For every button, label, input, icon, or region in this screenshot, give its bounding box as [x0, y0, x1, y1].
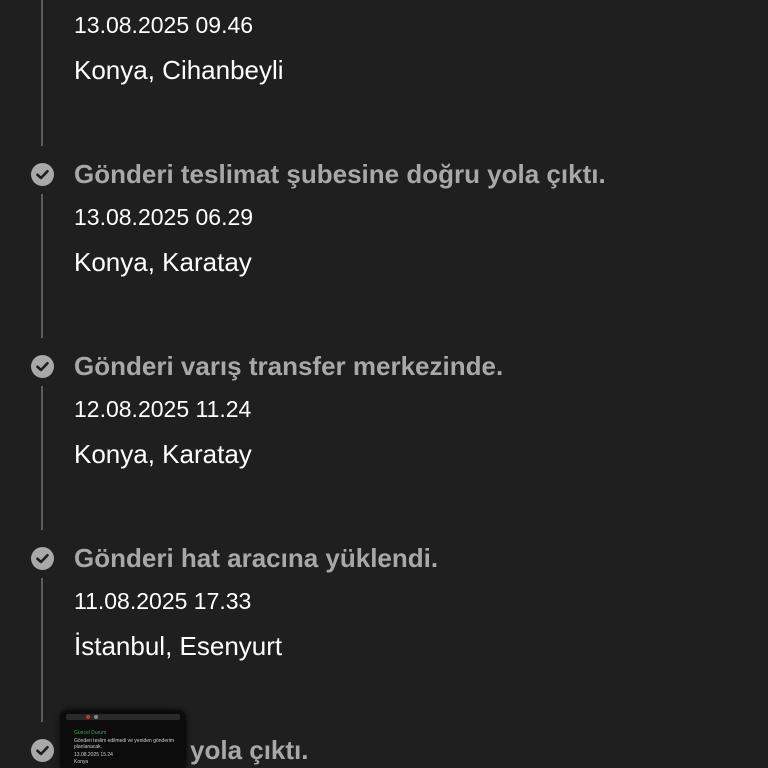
check-circle-icon: [31, 739, 54, 762]
thumbnail-indicator-dot: [94, 715, 98, 719]
event-status: Gönderi varış transfer merkezinde.: [74, 351, 504, 381]
event-location: Konya, Karatay: [74, 439, 252, 469]
shipment-timeline: 13.08.2025 09.46 Konya, Cihanbeyli Gönde…: [0, 0, 768, 768]
event-status: yola çıktı.: [190, 735, 309, 765]
thumbnail-heading: Güncel Durum: [74, 730, 107, 736]
event-location: Konya, Cihanbeyli: [74, 55, 284, 85]
event-datetime: 13.08.2025 06.29: [74, 204, 254, 230]
event-location: İstanbul, Esenyurt: [74, 631, 283, 661]
check-circle-icon: [31, 163, 54, 186]
thumbnail-indicator-dot: [86, 715, 90, 719]
event-status: Gönderi teslimat şubesine doğru yola çık…: [74, 159, 606, 189]
timeline-connector: [41, 578, 43, 722]
thumbnail-line: Konya: [74, 759, 89, 765]
thumbnail-status-bar: [66, 714, 180, 720]
check-circle-icon: [31, 355, 54, 378]
screenshot-thumbnail[interactable]: Güncel Durum Gönderi teslim edilmedi ve …: [60, 710, 186, 768]
event-datetime: 13.08.2025 09.46: [74, 12, 254, 38]
event-datetime: 11.08.2025 17.33: [74, 588, 252, 614]
timeline-connector: [41, 0, 43, 146]
thumbnail-line: planlanacak.: [74, 744, 103, 750]
timeline-connector: [41, 194, 43, 338]
event-location: Konya, Karatay: [74, 247, 252, 277]
event-datetime: 12.08.2025 11.24: [74, 396, 252, 422]
event-status: Gönderi hat aracına yüklendi.: [74, 543, 439, 573]
thumbnail-line: 13.08.2025 15.24: [74, 752, 113, 758]
timeline-connector: [41, 386, 43, 530]
check-circle-icon: [31, 547, 54, 570]
